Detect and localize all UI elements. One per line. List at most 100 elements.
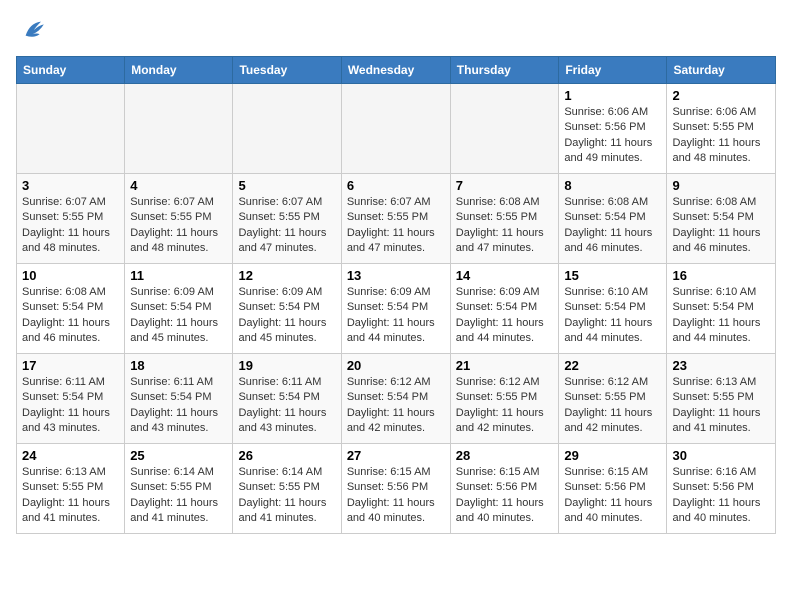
calendar-cell: 30 Sunrise: 6:16 AM Sunset: 5:56 PM Dayli… xyxy=(667,444,776,534)
calendar-cell: 2 Sunrise: 6:06 AM Sunset: 5:55 PM Daylig… xyxy=(667,84,776,174)
day-number: 1 xyxy=(564,88,661,103)
logo xyxy=(16,16,48,44)
day-number: 21 xyxy=(456,358,554,373)
day-info: Sunrise: 6:13 AM Sunset: 5:55 PM Dayligh… xyxy=(672,375,770,437)
day-number: 14 xyxy=(456,268,554,283)
day-info: Sunrise: 6:07 AM Sunset: 5:55 PM Dayligh… xyxy=(130,195,227,257)
calendar-cell: 23 Sunrise: 6:13 AM Sunset: 5:55 PM Dayli… xyxy=(667,354,776,444)
day-info: Sunrise: 6:15 AM Sunset: 5:56 PM Dayligh… xyxy=(347,465,445,527)
day-info: Sunrise: 6:09 AM Sunset: 5:54 PM Dayligh… xyxy=(130,285,227,347)
day-number: 3 xyxy=(22,178,119,193)
calendar-cell xyxy=(233,84,341,174)
day-info: Sunrise: 6:09 AM Sunset: 5:54 PM Dayligh… xyxy=(238,285,335,347)
calendar-header: SundayMondayTuesdayWednesdayThursdayFrid… xyxy=(17,57,776,84)
calendar-week: 1 Sunrise: 6:06 AM Sunset: 5:56 PM Daylig… xyxy=(17,84,776,174)
calendar-cell: 11 Sunrise: 6:09 AM Sunset: 5:54 PM Dayli… xyxy=(125,264,233,354)
day-number: 8 xyxy=(564,178,661,193)
calendar-cell: 1 Sunrise: 6:06 AM Sunset: 5:56 PM Daylig… xyxy=(559,84,667,174)
calendar-cell: 26 Sunrise: 6:14 AM Sunset: 5:55 PM Dayli… xyxy=(233,444,341,534)
calendar-cell: 24 Sunrise: 6:13 AM Sunset: 5:55 PM Dayli… xyxy=(17,444,125,534)
day-info: Sunrise: 6:14 AM Sunset: 5:55 PM Dayligh… xyxy=(130,465,227,527)
day-info: Sunrise: 6:08 AM Sunset: 5:54 PM Dayligh… xyxy=(672,195,770,257)
day-info: Sunrise: 6:11 AM Sunset: 5:54 PM Dayligh… xyxy=(22,375,119,437)
calendar-cell: 16Sunrise: 6:10 AM Sunset: 5:54 PM Dayli… xyxy=(667,264,776,354)
day-info: Sunrise: 6:12 AM Sunset: 5:54 PM Dayligh… xyxy=(347,375,445,437)
day-info: Sunrise: 6:06 AM Sunset: 5:55 PM Dayligh… xyxy=(672,105,770,167)
day-number: 23 xyxy=(672,358,770,373)
calendar-cell: 12 Sunrise: 6:09 AM Sunset: 5:54 PM Dayli… xyxy=(233,264,341,354)
day-info: Sunrise: 6:08 AM Sunset: 5:54 PM Dayligh… xyxy=(22,285,119,347)
weekday-row: SundayMondayTuesdayWednesdayThursdayFrid… xyxy=(17,57,776,84)
calendar-cell: 8 Sunrise: 6:08 AM Sunset: 5:54 PM Daylig… xyxy=(559,174,667,264)
day-number: 15 xyxy=(564,268,661,283)
weekday-header: Wednesday xyxy=(341,57,450,84)
calendar-cell: 6 Sunrise: 6:07 AM Sunset: 5:55 PM Daylig… xyxy=(341,174,450,264)
weekday-header: Thursday xyxy=(450,57,559,84)
day-info: Sunrise: 6:10 AM Sunset: 5:54 PM Dayligh… xyxy=(564,285,661,347)
calendar-week: 24 Sunrise: 6:13 AM Sunset: 5:55 PM Dayli… xyxy=(17,444,776,534)
calendar-cell: 29 Sunrise: 6:15 AM Sunset: 5:56 PM Dayli… xyxy=(559,444,667,534)
day-number: 27 xyxy=(347,448,445,463)
day-number: 9 xyxy=(672,178,770,193)
weekday-header: Monday xyxy=(125,57,233,84)
day-number: 30 xyxy=(672,448,770,463)
day-number: 26 xyxy=(238,448,335,463)
day-info: Sunrise: 6:13 AM Sunset: 5:55 PM Dayligh… xyxy=(22,465,119,527)
calendar-week: 3 Sunrise: 6:07 AM Sunset: 5:55 PM Daylig… xyxy=(17,174,776,264)
day-number: 4 xyxy=(130,178,227,193)
calendar-cell: 7 Sunrise: 6:08 AM Sunset: 5:55 PM Daylig… xyxy=(450,174,559,264)
logo-bird-icon xyxy=(20,16,48,44)
day-info: Sunrise: 6:08 AM Sunset: 5:55 PM Dayligh… xyxy=(456,195,554,257)
day-number: 24 xyxy=(22,448,119,463)
calendar-cell xyxy=(125,84,233,174)
calendar-cell: 4 Sunrise: 6:07 AM Sunset: 5:55 PM Daylig… xyxy=(125,174,233,264)
calendar-cell: 25 Sunrise: 6:14 AM Sunset: 5:55 PM Dayli… xyxy=(125,444,233,534)
day-info: Sunrise: 6:14 AM Sunset: 5:55 PM Dayligh… xyxy=(238,465,335,527)
day-number: 16 xyxy=(672,268,770,283)
calendar-week: 10 Sunrise: 6:08 AM Sunset: 5:54 PM Dayli… xyxy=(17,264,776,354)
calendar-cell: 28 Sunrise: 6:15 AM Sunset: 5:56 PM Dayli… xyxy=(450,444,559,534)
weekday-header: Friday xyxy=(559,57,667,84)
weekday-header: Saturday xyxy=(667,57,776,84)
calendar-cell: 15 Sunrise: 6:10 AM Sunset: 5:54 PM Dayli… xyxy=(559,264,667,354)
calendar-cell: 22Sunrise: 6:12 AM Sunset: 5:55 PM Dayli… xyxy=(559,354,667,444)
calendar-cell: 3 Sunrise: 6:07 AM Sunset: 5:55 PM Daylig… xyxy=(17,174,125,264)
calendar-table: SundayMondayTuesdayWednesdayThursdayFrid… xyxy=(16,56,776,534)
day-number: 19 xyxy=(238,358,335,373)
calendar-cell: 20Sunrise: 6:12 AM Sunset: 5:54 PM Dayli… xyxy=(341,354,450,444)
day-info: Sunrise: 6:16 AM Sunset: 5:56 PM Dayligh… xyxy=(672,465,770,527)
day-number: 13 xyxy=(347,268,445,283)
calendar-cell: 13Sunrise: 6:09 AM Sunset: 5:54 PM Dayli… xyxy=(341,264,450,354)
day-number: 28 xyxy=(456,448,554,463)
calendar-cell xyxy=(450,84,559,174)
day-info: Sunrise: 6:07 AM Sunset: 5:55 PM Dayligh… xyxy=(347,195,445,257)
day-number: 12 xyxy=(238,268,335,283)
calendar-cell: 10 Sunrise: 6:08 AM Sunset: 5:54 PM Dayli… xyxy=(17,264,125,354)
day-info: Sunrise: 6:12 AM Sunset: 5:55 PM Dayligh… xyxy=(564,375,661,437)
day-info: Sunrise: 6:09 AM Sunset: 5:54 PM Dayligh… xyxy=(456,285,554,347)
day-info: Sunrise: 6:11 AM Sunset: 5:54 PM Dayligh… xyxy=(130,375,227,437)
page-header xyxy=(16,16,776,44)
day-info: Sunrise: 6:15 AM Sunset: 5:56 PM Dayligh… xyxy=(564,465,661,527)
calendar-cell: 27 Sunrise: 6:15 AM Sunset: 5:56 PM Dayli… xyxy=(341,444,450,534)
day-number: 10 xyxy=(22,268,119,283)
day-number: 5 xyxy=(238,178,335,193)
calendar-cell: 5Sunrise: 6:07 AM Sunset: 5:55 PM Daylig… xyxy=(233,174,341,264)
day-info: Sunrise: 6:12 AM Sunset: 5:55 PM Dayligh… xyxy=(456,375,554,437)
calendar-body: 1 Sunrise: 6:06 AM Sunset: 5:56 PM Daylig… xyxy=(17,84,776,534)
day-number: 11 xyxy=(130,268,227,283)
calendar-cell: 18Sunrise: 6:11 AM Sunset: 5:54 PM Dayli… xyxy=(125,354,233,444)
day-number: 17 xyxy=(22,358,119,373)
day-number: 6 xyxy=(347,178,445,193)
day-info: Sunrise: 6:07 AM Sunset: 5:55 PM Dayligh… xyxy=(22,195,119,257)
calendar-week: 17 Sunrise: 6:11 AM Sunset: 5:54 PM Dayli… xyxy=(17,354,776,444)
day-info: Sunrise: 6:06 AM Sunset: 5:56 PM Dayligh… xyxy=(564,105,661,167)
day-number: 25 xyxy=(130,448,227,463)
day-number: 29 xyxy=(564,448,661,463)
day-info: Sunrise: 6:15 AM Sunset: 5:56 PM Dayligh… xyxy=(456,465,554,527)
day-number: 2 xyxy=(672,88,770,103)
day-info: Sunrise: 6:08 AM Sunset: 5:54 PM Dayligh… xyxy=(564,195,661,257)
calendar-cell: 17 Sunrise: 6:11 AM Sunset: 5:54 PM Dayli… xyxy=(17,354,125,444)
calendar-cell: 9 Sunrise: 6:08 AM Sunset: 5:54 PM Daylig… xyxy=(667,174,776,264)
day-number: 7 xyxy=(456,178,554,193)
